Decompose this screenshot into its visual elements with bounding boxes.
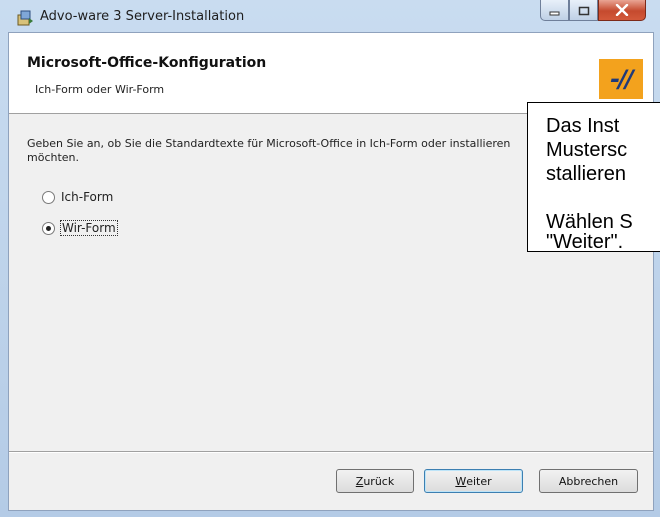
window-title: Advo-ware 3 Server-Installation [40, 9, 245, 24]
maximize-icon [578, 1, 590, 20]
page-subtitle: Ich-Form oder Wir-Form [35, 83, 165, 96]
note-line: "Weiter". [546, 231, 624, 252]
next-button[interactable]: Weiter [424, 469, 523, 493]
note-line: stallieren [546, 163, 627, 185]
back-button[interactable]: Zurück [336, 469, 414, 493]
installer-icon [16, 9, 34, 27]
close-icon [615, 1, 629, 20]
instruction-text: Geben Sie an, ob Sie die Standardtexte f… [27, 137, 511, 164]
option-wir-form-label: Wir-Form [60, 220, 118, 236]
advoware-logo: -// [599, 59, 643, 99]
logo-text: -// [610, 65, 633, 93]
radio-wir-form[interactable] [42, 221, 55, 235]
minimize-icon [549, 1, 561, 20]
page-title: Microsoft-Office-Konfiguration [27, 55, 267, 71]
option-ich-form[interactable]: Ich-Form [42, 190, 113, 204]
close-button[interactable] [598, 0, 646, 21]
note-line: Mustersc [546, 139, 628, 161]
title-bar[interactable]: Advo-ware 3 Server-Installation [0, 0, 660, 34]
button-separator [9, 451, 653, 453]
option-ich-form-label: Ich-Form [61, 190, 114, 204]
cancel-button[interactable]: Abbrechen [539, 469, 638, 493]
note-line: Das Inst [546, 115, 620, 137]
option-wir-form[interactable]: Wir-Form [42, 220, 118, 236]
annotation-note-box: Das Inst Mustersc stallieren Wählen S "W… [527, 102, 660, 252]
installer-window: Advo-ware 3 Server-Installation Microsof… [0, 0, 660, 517]
maximize-button[interactable] [569, 0, 598, 21]
radio-ich-form[interactable] [42, 190, 55, 204]
minimize-button[interactable] [540, 0, 569, 21]
